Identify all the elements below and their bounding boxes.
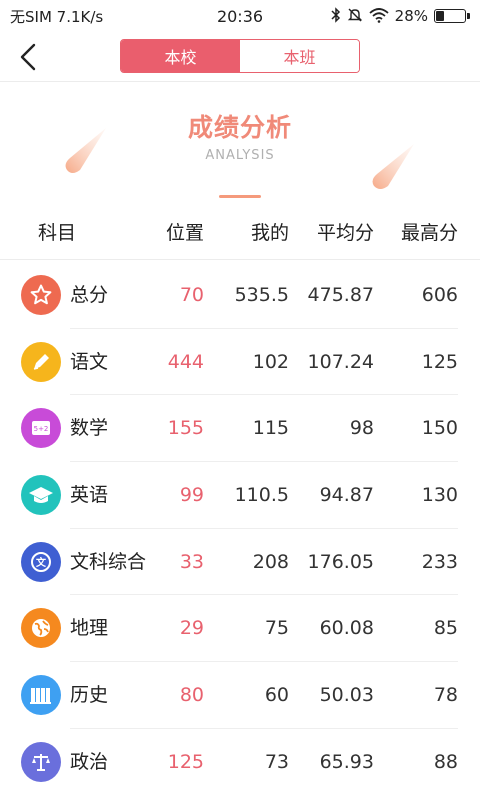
subject-row[interactable]: 历史 80 60 50.03 78 [0, 662, 480, 729]
subject-name: 地理 [70, 617, 109, 640]
formula-icon: 5+2 [21, 408, 61, 449]
subject-name: 英语 [70, 484, 109, 507]
rank-value: 70 [179, 284, 204, 306]
my-score: 73 [264, 750, 289, 773]
chevron-left-icon [20, 43, 36, 71]
rank-value: 29 [179, 617, 204, 640]
max-score: 85 [433, 617, 458, 640]
average-score: 176.05 [307, 550, 374, 573]
subject-row[interactable]: 政治 125 73 65.93 88 [0, 729, 480, 796]
average-score: 50.03 [319, 684, 374, 707]
tab-class[interactable]: 本班 [240, 40, 359, 72]
subject-name: 总分 [70, 284, 109, 306]
column-header-average: 平均分 [316, 222, 374, 244]
max-score: 125 [421, 350, 458, 373]
books-icon [21, 675, 61, 716]
column-header-subject: 科目 [38, 222, 77, 244]
max-score: 606 [421, 284, 458, 306]
pen-icon [21, 341, 61, 382]
svg-text:5+2: 5+2 [34, 425, 49, 433]
mute-bell-icon [347, 7, 363, 26]
nav-bar: 本校 本班 [0, 32, 480, 82]
subject-name: 语文 [70, 350, 109, 373]
carrier-speed: 无SIM 7.1K/s [10, 7, 104, 26]
scales-icon [21, 741, 61, 782]
max-score: 233 [421, 550, 458, 573]
rank-value: 80 [179, 684, 204, 707]
subject-row[interactable]: 地理 29 75 60.08 85 [0, 595, 480, 663]
battery-percent: 28% [394, 7, 428, 25]
page-title: 成绩分析 [187, 113, 292, 142]
title-underline [219, 195, 261, 198]
subject-row[interactable]: 5+2 数学 155 115 98 150 [0, 395, 480, 463]
star-icon [21, 275, 61, 315]
my-score: 535.5 [234, 284, 289, 306]
average-score: 65.93 [319, 750, 374, 773]
status-bar: 无SIM 7.1K/s 20:36 28% [0, 0, 480, 32]
my-score: 60 [264, 684, 289, 707]
graduation-cap-icon [21, 475, 61, 516]
rank-value: 125 [167, 750, 204, 773]
globe-icon [21, 608, 61, 649]
my-score: 102 [252, 350, 289, 373]
rank-value: 155 [167, 417, 204, 440]
column-header-rank: 位置 [165, 222, 204, 244]
average-score: 107.24 [307, 350, 374, 373]
max-score: 78 [433, 684, 458, 707]
subject-row[interactable]: 英语 99 110.5 94.87 130 [0, 462, 480, 529]
subject-name: 文科综合 [70, 550, 147, 573]
average-score: 475.87 [307, 284, 374, 306]
status-icons: 28% [310, 6, 470, 26]
subject-row[interactable]: 文 文科综合 33 208 176.05 233 [0, 529, 480, 596]
tab-school[interactable]: 本校 [121, 40, 240, 72]
rank-value: 444 [167, 350, 204, 373]
column-header-max: 最高分 [400, 222, 458, 244]
my-score: 208 [252, 550, 289, 573]
subject-row[interactable]: 总分 70 535.5 475.87 606 [0, 262, 480, 329]
subject-name: 数学 [70, 417, 109, 440]
svg-text:文: 文 [36, 556, 47, 569]
table-header: 科目 位置 我的 平均分 最高分 [0, 204, 480, 260]
bluetooth-icon [331, 6, 341, 26]
scope-segmented-control: 本校 本班 [120, 39, 360, 73]
page-subtitle: ANALYSIS [205, 148, 275, 163]
rank-value: 99 [179, 484, 204, 507]
average-score: 94.87 [319, 484, 374, 507]
column-header-mine: 我的 [250, 222, 289, 244]
max-score: 88 [433, 750, 458, 773]
average-score: 98 [349, 417, 374, 440]
subject-name: 政治 [70, 750, 109, 773]
rank-value: 33 [179, 550, 204, 573]
my-score: 115 [252, 417, 289, 440]
analysis-header: 成绩分析 ANALYSIS [0, 82, 480, 204]
my-score: 110.5 [234, 484, 289, 507]
wifi-icon [369, 7, 389, 26]
average-score: 60.08 [319, 617, 374, 640]
wen-icon: 文 [21, 541, 61, 582]
max-score: 130 [421, 484, 458, 507]
battery-icon [434, 9, 470, 23]
my-score: 75 [264, 617, 289, 640]
back-button[interactable] [10, 38, 46, 76]
subject-name: 历史 [70, 684, 109, 707]
subject-row[interactable]: 语文 444 102 107.24 125 [0, 329, 480, 396]
clock: 20:36 [216, 6, 264, 26]
max-score: 150 [421, 417, 458, 440]
score-list: 总分 70 535.5 475.87 606 语文 444 102 107.24… [0, 262, 480, 796]
